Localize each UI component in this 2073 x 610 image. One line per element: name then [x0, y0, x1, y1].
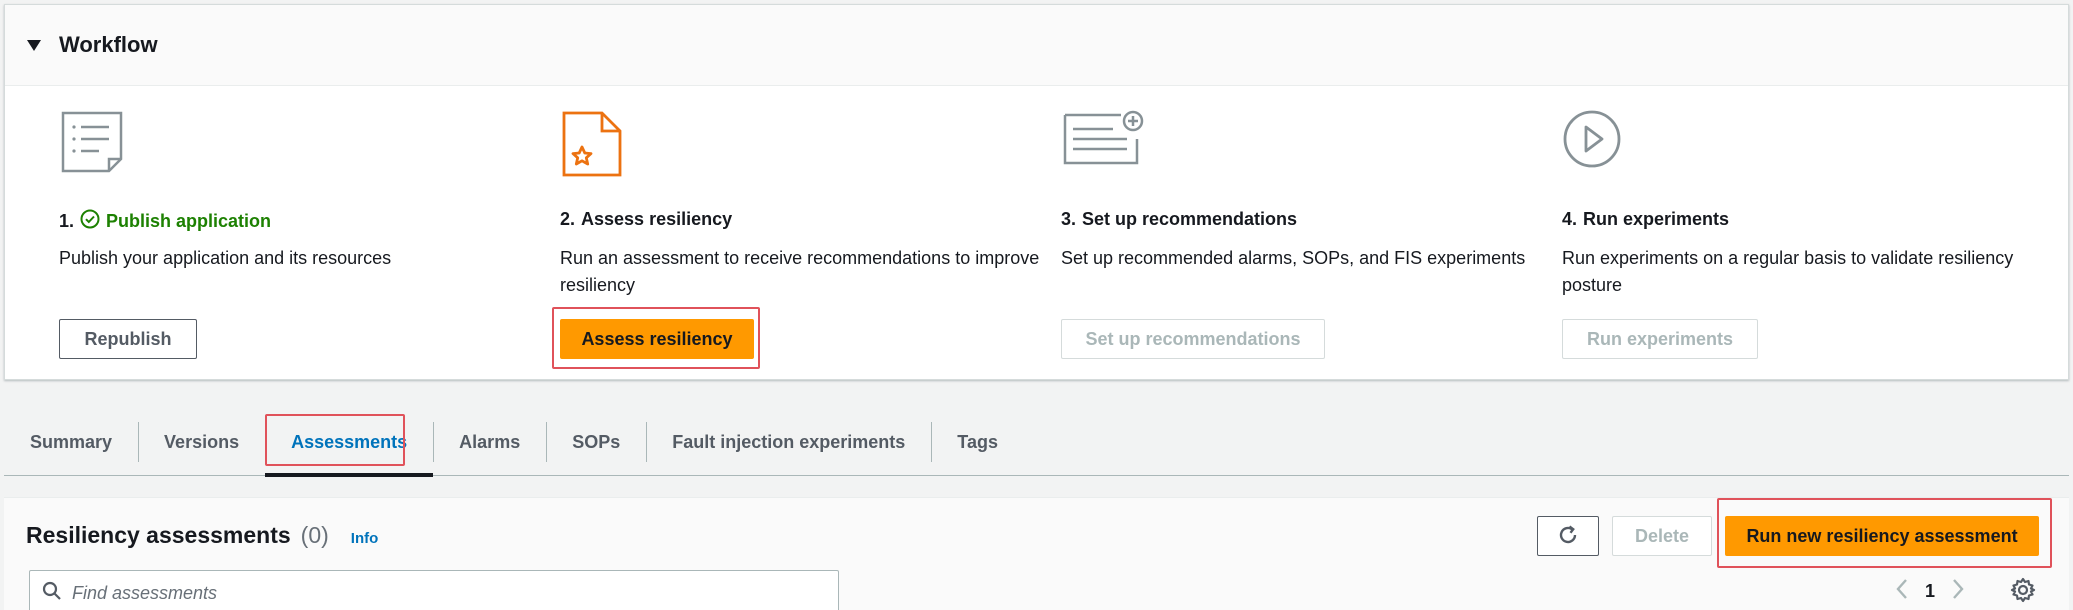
play-circle-icon	[1562, 109, 1646, 185]
set-up-recommendations-button[interactable]: Set up recommendations	[1061, 319, 1325, 359]
chevron-right-icon[interactable]	[1951, 578, 1965, 605]
tab-bar: Summary Versions Assessments Alarms SOPs…	[4, 410, 2069, 477]
step-1-description: Publish your application and its resourc…	[59, 248, 392, 268]
workflow-step-experiments: 4. Run experiments Run experiments on a …	[1562, 109, 2042, 359]
assessments-title: Resiliency assessments	[26, 522, 291, 548]
step-number: 2.	[560, 209, 576, 229]
assessments-count: (0)	[300, 522, 329, 548]
delete-button[interactable]: Delete	[1612, 516, 1712, 556]
step-2-title: 2. Assess resiliency	[560, 209, 732, 230]
step-title-text: Set up recommendations	[1082, 209, 1298, 229]
tab-versions[interactable]: Versions	[138, 410, 265, 476]
tab-summary[interactable]: Summary	[4, 410, 138, 476]
step-title-text: Assess resiliency	[581, 209, 733, 229]
document-plus-icon	[1061, 109, 1145, 185]
step-3-description: Set up recommended alarms, SOPs, and FIS…	[1061, 248, 1526, 268]
step-1-title: 1. Publish application	[59, 209, 271, 234]
info-link[interactable]: Info	[351, 530, 379, 547]
pagination: 1	[1895, 578, 1965, 605]
chevron-left-icon[interactable]	[1895, 578, 1909, 605]
tab-sops[interactable]: SOPs	[546, 410, 646, 476]
step-number: 4.	[1562, 209, 1578, 229]
republish-button[interactable]: Republish	[59, 319, 197, 359]
description-line: resiliency	[560, 275, 636, 295]
assessments-header: Resiliency assessments (0) Info	[26, 522, 378, 549]
search-box[interactable]	[29, 570, 839, 610]
step-number: 1.	[59, 211, 75, 231]
description-line: Run an assessment to receive recommendat…	[560, 248, 1040, 268]
description-line: posture	[1562, 275, 1623, 295]
step-4-description: Run experiments on a regular basis to va…	[1562, 245, 2013, 299]
description-line: Run experiments on a regular basis to va…	[1562, 248, 2014, 268]
tab-alarms[interactable]: Alarms	[433, 410, 546, 476]
workflow-step-recommendations: 3. Set up recommendations Set up recomme…	[1061, 109, 1541, 359]
step-3-title: 3. Set up recommendations	[1061, 209, 1297, 230]
workflow-title: Workflow	[59, 32, 158, 57]
run-new-assessment-button[interactable]: Run new resiliency assessment	[1725, 516, 2039, 556]
workflow-header[interactable]: Workflow	[5, 5, 2068, 86]
step-title-text: Publish application	[106, 211, 272, 231]
check-circle-icon	[80, 209, 100, 234]
step-2-description: Run an assessment to receive recommendat…	[560, 245, 1039, 299]
workflow-step-publish: 1. Publish application Publish your appl…	[59, 109, 539, 359]
step-number: 3.	[1061, 209, 1077, 229]
tab-assessments[interactable]: Assessments	[265, 410, 434, 477]
current-page[interactable]: 1	[1925, 581, 1935, 602]
step-4-title: 4. Run experiments	[1562, 209, 1729, 230]
tab-fault-injection-experiments[interactable]: Fault injection experiments	[646, 410, 931, 476]
gear-icon[interactable]	[2010, 577, 2036, 608]
caret-down-icon[interactable]	[27, 39, 41, 51]
refresh-button[interactable]	[1537, 516, 1599, 556]
list-document-icon	[59, 109, 143, 185]
step-title-text: Run experiments	[1583, 209, 1730, 229]
workflow-step-assess: 2. Assess resiliency Run an assessment t…	[560, 109, 1040, 359]
tab-tags[interactable]: Tags	[931, 410, 1024, 476]
search-input[interactable]	[72, 582, 772, 604]
workflow-panel: Workflow 1. Publish application Publish …	[4, 4, 2069, 380]
run-experiments-button[interactable]: Run experiments	[1562, 319, 1758, 359]
assess-resiliency-button[interactable]: Assess resiliency	[560, 319, 754, 359]
refresh-icon	[1557, 524, 1579, 549]
document-star-icon	[560, 109, 644, 185]
search-icon	[42, 581, 62, 606]
